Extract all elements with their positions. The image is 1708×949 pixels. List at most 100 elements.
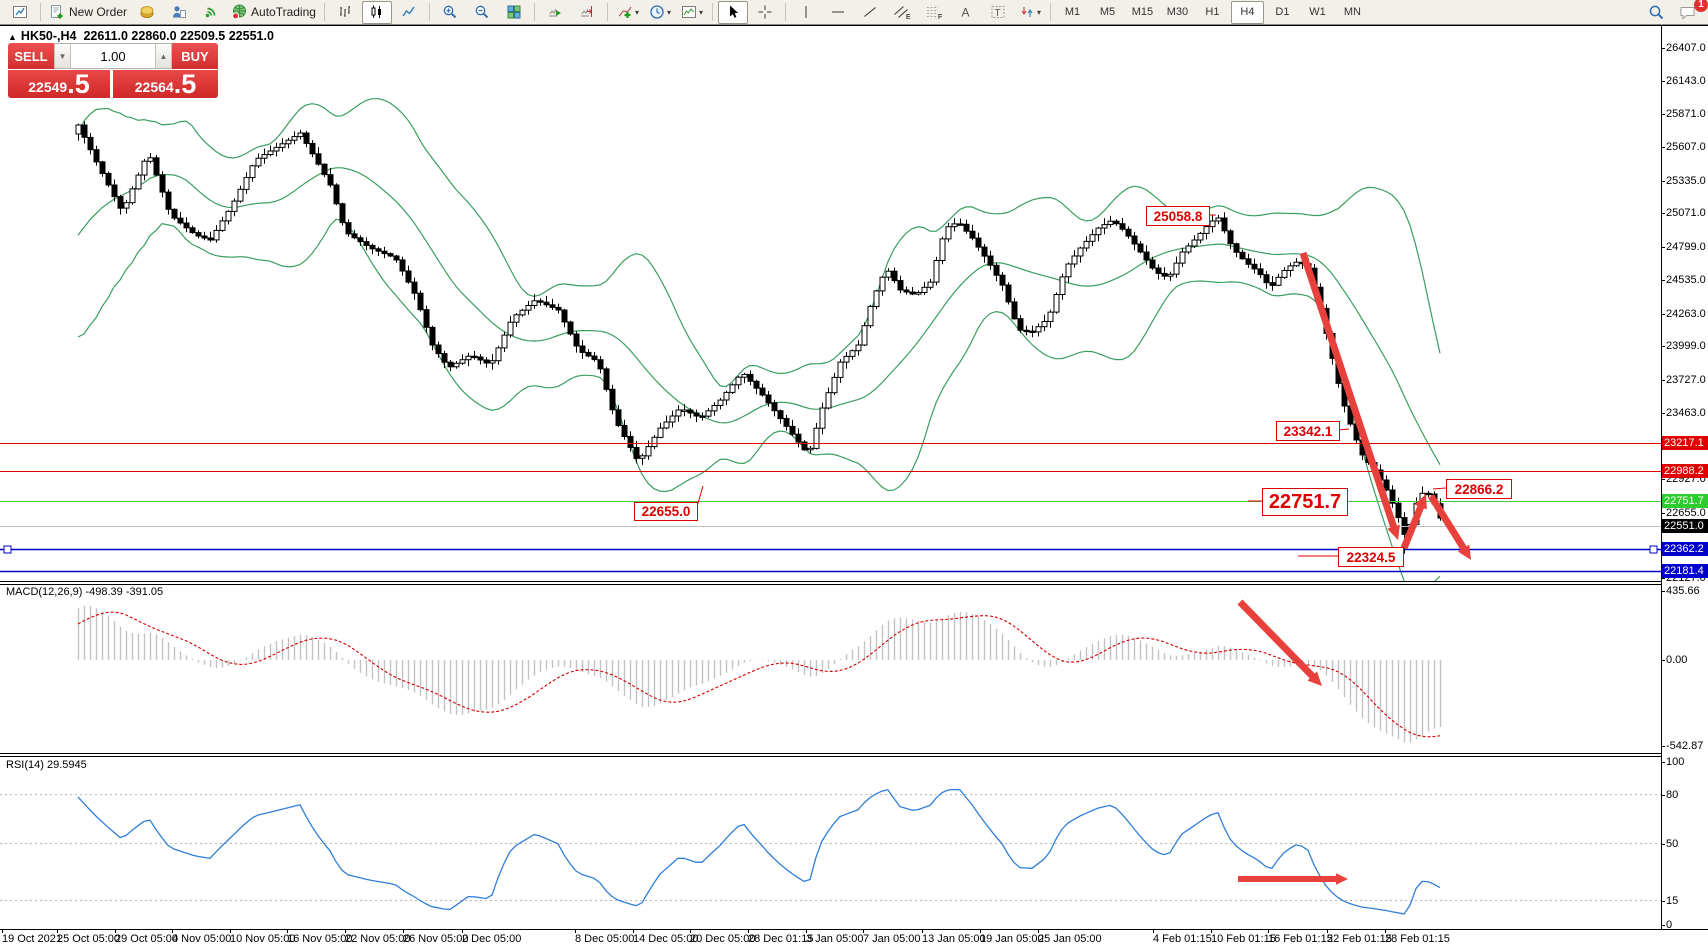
tile-windows-icon	[506, 4, 522, 20]
autotrading-icon	[231, 4, 247, 20]
time-axis-label: 25 Oct 05:00	[57, 933, 120, 945]
trend-arrow-head[interactable]	[1336, 873, 1348, 884]
bollinger-bands	[78, 99, 1440, 595]
deposit-button[interactable]	[132, 1, 162, 24]
timeframe-button-h4[interactable]: H4	[1231, 1, 1264, 24]
time-axis-label: 8 Dec 05:00	[575, 933, 634, 945]
price-axis-label: 26143.0	[1666, 75, 1706, 87]
trend-arrow[interactable]	[1240, 602, 1316, 680]
arrows-icon	[1019, 4, 1035, 20]
indicators-button[interactable]: ▾	[613, 1, 643, 24]
price-axis-tick	[1661, 247, 1665, 248]
template-button[interactable]: ▾	[677, 1, 707, 24]
timeframe-button-mn[interactable]: MN	[1336, 1, 1369, 24]
macd-signal-line	[78, 612, 1440, 737]
zoom-in-button[interactable]	[435, 1, 465, 24]
timeframe-button-w1[interactable]: W1	[1301, 1, 1334, 24]
annotation-23342.1[interactable]: 23342.1	[1276, 421, 1340, 441]
zoom-out-button[interactable]	[467, 1, 497, 24]
toolbar-separator	[607, 3, 608, 21]
label-tool-button[interactable]: T	[983, 1, 1013, 24]
buy-price[interactable]: 22564.5	[113, 70, 218, 98]
horizontal-levels[interactable]	[0, 444, 1661, 572]
price-axis-tick	[1661, 479, 1665, 480]
cursor-button[interactable]	[718, 1, 748, 24]
auto-scroll-button[interactable]	[540, 1, 570, 24]
price-badge-22988.2: 22988.2	[1662, 464, 1708, 478]
person-icon	[171, 4, 187, 20]
svg-text:A: A	[961, 6, 969, 20]
toolbar-separator	[712, 3, 713, 21]
annotation-25058.8[interactable]: 25058.8	[1146, 206, 1210, 226]
annotation-22655.0[interactable]: 22655.0	[634, 502, 698, 521]
chart-shift-button[interactable]	[572, 1, 602, 24]
toolbar-separator	[1050, 3, 1051, 21]
line-chart-button[interactable]	[394, 1, 424, 24]
period-clock-button[interactable]: ▾	[645, 1, 675, 24]
volume-spinner: ▼ 1.00 ▲	[54, 43, 172, 69]
annotation-22866.2[interactable]: 22866.2	[1446, 479, 1512, 499]
search-button[interactable]	[1641, 1, 1671, 24]
zoom-out-icon	[474, 4, 490, 20]
crosshair-button[interactable]	[750, 1, 780, 24]
timeframe-button-m15[interactable]: M15	[1126, 1, 1159, 24]
sell-price[interactable]: 22549.5	[8, 70, 110, 98]
volume-increase-button[interactable]: ▲	[155, 44, 172, 68]
time-axis-label: 25 Jan 05:00	[1038, 933, 1102, 945]
community-button[interactable]	[164, 1, 194, 24]
new-chart-button[interactable]	[5, 1, 35, 24]
line-handle[interactable]	[1650, 546, 1657, 553]
candlestick-chart-button[interactable]	[362, 1, 392, 24]
toolbar-separator	[429, 3, 430, 21]
trend-arrow[interactable]	[1431, 496, 1467, 553]
search-icon	[1648, 4, 1665, 21]
new-order-button[interactable]: New Order	[46, 1, 130, 24]
trendline-icon	[862, 4, 878, 20]
horizontal-line-tool-button[interactable]	[823, 1, 853, 24]
signal-icon	[203, 4, 219, 20]
buy-button[interactable]: BUY	[172, 43, 218, 69]
rsi-axis-label: 15	[1666, 895, 1678, 907]
channel-tool-button[interactable]: E	[887, 1, 917, 24]
time-axis-label: 19 Jan 05:00	[980, 933, 1044, 945]
timeframe-button-h1[interactable]: H1	[1196, 1, 1229, 24]
collapse-triangle-icon[interactable]: ▲	[8, 32, 17, 42]
sell-button[interactable]: SELL	[8, 43, 54, 69]
trendline-tool-button[interactable]	[855, 1, 885, 24]
price-axis-label: 23463.0	[1666, 407, 1706, 419]
chart-ohlc-values: 22611.0 22860.0 22509.5 22551.0	[83, 29, 273, 43]
bar-chart-button[interactable]	[330, 1, 360, 24]
annotation-22324.5[interactable]: 22324.5	[1338, 547, 1404, 567]
volume-value[interactable]: 1.00	[71, 44, 155, 68]
time-axis-label: 10 Nov 05:00	[230, 933, 295, 945]
notification-badge: 1	[1694, 0, 1708, 12]
volume-decrease-button[interactable]: ▼	[54, 44, 71, 68]
vertical-line-tool-button[interactable]	[791, 1, 821, 24]
timeframe-button-d1[interactable]: D1	[1266, 1, 1299, 24]
price-axis-label: 24799.0	[1666, 241, 1706, 253]
timeframe-button-m30[interactable]: M30	[1161, 1, 1194, 24]
price-badge-22181.4: 22181.4	[1662, 564, 1708, 578]
annotation-22751.7[interactable]: 22751.7	[1262, 488, 1348, 516]
zoom-in-icon	[442, 4, 458, 20]
buy-price-main: 22564	[135, 77, 174, 97]
macd-axis-tick	[1661, 591, 1665, 592]
chat-button[interactable]: 1	[1673, 1, 1703, 24]
autotrading-button[interactable]: AutoTrading	[228, 1, 319, 24]
price-axis-label: 22655.0	[1666, 507, 1706, 519]
price-axis-label: 23999.0	[1666, 340, 1706, 352]
signals-button[interactable]	[196, 1, 226, 24]
arrows-tool-button[interactable]: ▾	[1015, 1, 1045, 24]
text-tool-button[interactable]: A	[951, 1, 981, 24]
line-handle[interactable]	[4, 546, 11, 553]
time-axis-label: 7 Jan 05:00	[863, 933, 921, 945]
price-axis-label: 26407.0	[1666, 42, 1706, 54]
timeframe-button-m1[interactable]: M1	[1056, 1, 1089, 24]
macd-histogram	[79, 606, 1441, 743]
price-axis-label: 23727.0	[1666, 374, 1706, 386]
fibonacci-tool-button[interactable]: F	[919, 1, 949, 24]
timeframe-button-m5[interactable]: M5	[1091, 1, 1124, 24]
chart-area: ▲HK50-,H4 22611.0 22860.0 22509.5 22551.…	[0, 25, 1708, 949]
tile-windows-button[interactable]	[499, 1, 529, 24]
price-axis-tick	[1661, 147, 1665, 148]
